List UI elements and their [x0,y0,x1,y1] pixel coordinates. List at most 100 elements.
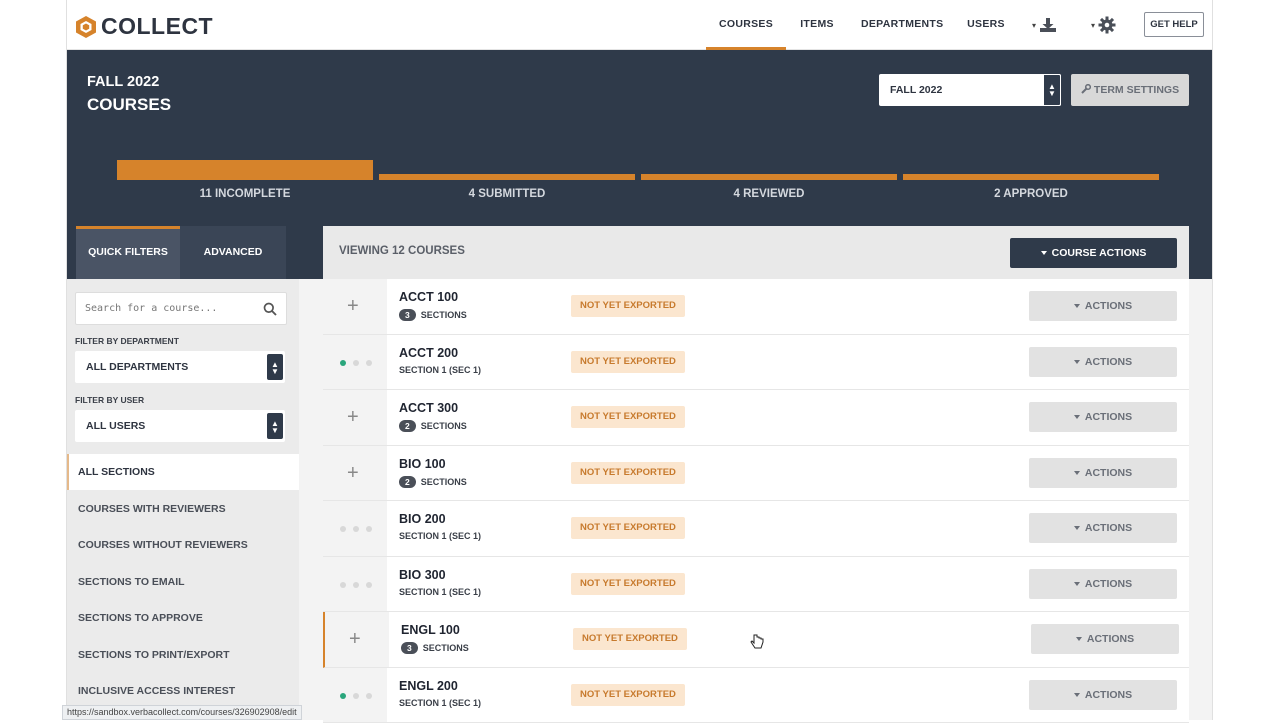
course-name[interactable]: ENGL 200 [399,679,458,693]
row-actions-button[interactable]: ACTIONS [1029,347,1177,377]
nav-items[interactable]: ITEMS [795,0,839,50]
row-actions-button[interactable]: ACTIONS [1031,624,1179,654]
link-status-bar: https://sandbox.verbacollect.com/courses… [62,705,302,720]
status-badge: NOT YET EXPORTED [571,573,685,595]
caret-down-icon [1074,471,1080,475]
progress-dots [340,693,372,699]
course-name[interactable]: BIO 300 [399,568,446,582]
expand-cell[interactable]: + [323,390,387,445]
course-sections: SECTION 1 (SEC 1) [399,698,481,708]
stage-submitted[interactable]: 4 SUBMITTED [379,160,635,200]
table-row[interactable]: +BIO 1002SECTIONSNOT YET EXPORTEDACTIONS [323,446,1189,502]
progress-cell [323,335,387,390]
row-actions-button[interactable]: ACTIONS [1029,458,1177,488]
select-arrows-icon: ▲▼ [267,413,283,439]
course-name[interactable]: ACCT 100 [399,290,458,304]
status-badge: NOT YET EXPORTED [571,351,685,373]
chevron-down-icon: ▾ [1091,21,1095,30]
progress-dot-icon [353,582,359,588]
department-select[interactable]: ALL DEPARTMENTS ▲▼ [75,351,285,383]
plus-icon[interactable]: + [347,463,359,483]
course-actions-button[interactable]: COURSE ACTIONS [1010,238,1177,268]
search-input[interactable]: Search for a course... [85,303,217,314]
filter-sections-to-print-export[interactable]: SECTIONS TO PRINT/EXPORT [67,637,299,673]
get-help-button[interactable]: GET HELP [1144,12,1204,37]
stage-bar [903,174,1159,180]
section-label: SECTION 1 (SEC 1) [399,698,481,708]
term-settings-button[interactable]: TERM SETTINGS [1071,74,1189,106]
row-actions-button[interactable]: ACTIONS [1029,291,1177,321]
section-label: SECTION 1 (SEC 1) [399,531,481,541]
row-actions-button[interactable]: ACTIONS [1029,680,1177,710]
plus-icon[interactable]: + [347,296,359,316]
filter-courses-without-reviewers[interactable]: COURSES WITHOUT REVIEWERS [67,527,299,563]
course-name[interactable]: BIO 200 [399,512,446,526]
select-arrows-icon: ▲▼ [1043,74,1061,106]
page-title: COURSES [87,95,171,115]
download-icon [1039,17,1057,33]
download-menu[interactable]: ▾ [1032,12,1057,38]
stage-label: 2 APPROVED [903,188,1159,200]
nav-departments[interactable]: DEPARTMENTS [861,0,941,50]
course-name[interactable]: ACCT 300 [399,401,458,415]
expand-cell[interactable]: + [325,612,389,667]
row-actions-label: ACTIONS [1085,356,1132,368]
course-sections: 2SECTIONS [399,420,467,432]
progress-dot-icon [366,360,372,366]
term-select[interactable]: FALL 2022 ▲▼ [879,74,1061,106]
tab-quick-filters[interactable]: QUICK FILTERS [76,226,180,279]
table-row[interactable]: + ACCT 100 3SECTIONS NOT YET EXPORTED ACTION… [323,279,1189,335]
app-window: COLLECT COURSES ITEMS DEPARTMENTS USERS … [66,0,1213,720]
plus-icon[interactable]: + [347,407,359,427]
filter-all-sections[interactable]: ALL SECTIONS [67,454,299,490]
wrench-icon [1081,84,1091,94]
table-row[interactable]: BIO 300SECTION 1 (SEC 1)NOT YET EXPORTED… [323,557,1189,613]
status-badge: NOT YET EXPORTED [571,295,685,317]
caret-down-icon [1074,693,1080,697]
status-badge: NOT YET EXPORTED [571,462,685,484]
row-actions-button[interactable]: ACTIONS [1029,569,1177,599]
course-name[interactable]: ENGL 100 [401,623,460,637]
stage-incomplete[interactable]: 11 INCOMPLETE [117,160,373,200]
course-sections: SECTION 1 (SEC 1) [399,531,481,541]
stage-bar [379,174,635,180]
row-actions-label: ACTIONS [1085,689,1132,701]
settings-menu[interactable]: ▾ [1091,12,1116,38]
row-actions-button[interactable]: ACTIONS [1029,402,1177,432]
stage-label: 4 REVIEWED [641,188,897,200]
caret-down-icon [1074,415,1080,419]
table-row[interactable]: + ACCT 300 2SECTIONS NOT YET EXPORTED ACTION… [323,390,1189,446]
progress-dot-icon [340,582,346,588]
chevron-down-icon: ▾ [1032,21,1036,30]
table-row[interactable]: ACCT 200 SECTION 1 (SEC 1) NOT YET EXPORTE… [323,335,1189,391]
filter-sections-to-approve[interactable]: SECTIONS TO APPROVE [67,600,299,636]
nav-courses[interactable]: COURSES [706,0,786,50]
table-row[interactable]: BIO 200SECTION 1 (SEC 1)NOT YET EXPORTED… [323,501,1189,557]
tab-advanced[interactable]: ADVANCED [180,226,286,279]
row-actions-button[interactable]: ACTIONS [1029,513,1177,543]
course-sections: SECTION 1 (SEC 1) [399,365,481,375]
filter-sections-to-email[interactable]: SECTIONS TO EMAIL [67,564,299,600]
plus-icon[interactable]: + [349,629,361,649]
filter-inclusive-access-interest[interactable]: INCLUSIVE ACCESS INTEREST [67,673,299,709]
nav-users[interactable]: USERS [965,0,1007,50]
filter-sidebar: Search for a course... FILTER BY DEPARTM… [67,279,299,720]
term-settings-label: TERM SETTINGS [1094,84,1179,96]
logo[interactable]: COLLECT [75,13,213,40]
user-select[interactable]: ALL USERS ▲▼ [75,410,285,442]
user-select-value: ALL USERS [86,420,145,432]
course-name[interactable]: ACCT 200 [399,346,458,360]
user-filter-label: FILTER BY USER [75,395,144,405]
course-name[interactable]: BIO 100 [399,457,446,471]
table-row[interactable]: ENGL 200SECTION 1 (SEC 1)NOT YET EXPORTE… [323,668,1189,723]
stage-label: 11 INCOMPLETE [117,188,373,200]
expand-cell[interactable]: + [323,279,387,334]
status-badge: NOT YET EXPORTED [571,406,685,428]
course-sections: 3SECTIONS [399,309,467,321]
filter-courses-with-reviewers[interactable]: COURSES WITH REVIEWERS [67,491,299,527]
stage-label: 4 SUBMITTED [379,188,635,200]
stage-reviewed[interactable]: 4 REVIEWED [641,160,897,200]
stage-approved[interactable]: 2 APPROVED [903,160,1159,200]
course-search[interactable]: Search for a course... [75,292,287,325]
expand-cell[interactable]: + [323,446,387,501]
